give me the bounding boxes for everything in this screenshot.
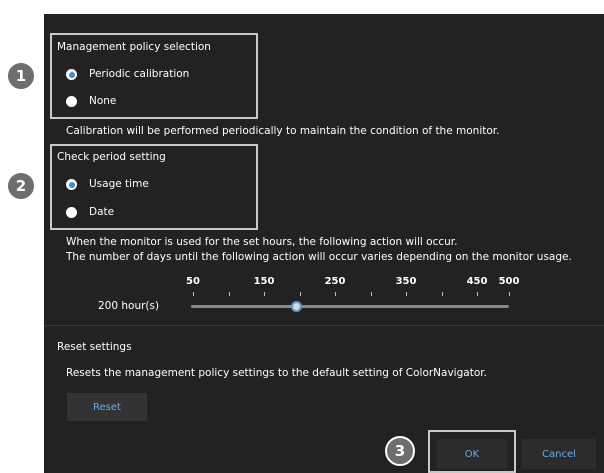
tick-label-350: 350: [395, 276, 417, 287]
tick-label-450: 450: [466, 276, 488, 287]
callout-badge-2: 2: [6, 171, 36, 201]
ok-button[interactable]: OK: [437, 439, 507, 469]
date-label[interactable]: Date: [89, 206, 114, 218]
callout-badge-3: 3: [385, 436, 415, 466]
usage-time-label[interactable]: Usage time: [89, 178, 149, 190]
radio-usage-time[interactable]: [66, 179, 77, 190]
tick-mark: [300, 292, 301, 296]
tick-mark: [509, 292, 510, 296]
reset-settings-description: Resets the management policy settings to…: [66, 367, 487, 379]
management-policy-heading: Management policy selection: [57, 41, 211, 53]
tick-mark: [335, 292, 336, 296]
reset-button[interactable]: Reset: [67, 393, 147, 421]
radio-date[interactable]: [66, 207, 77, 218]
check-period-heading: Check period setting: [57, 151, 166, 163]
tick-mark: [477, 292, 478, 296]
check-period-description-1: When the monitor is used for the set hou…: [66, 236, 458, 248]
callout-badge-1: 1: [6, 61, 36, 91]
check-period-description-2: The number of days until the following a…: [66, 251, 572, 263]
tick-mark: [193, 292, 194, 296]
tick-label-250: 250: [324, 276, 346, 287]
section-divider: [44, 325, 604, 326]
calibration-description: Calibration will be performed periodical…: [66, 125, 500, 137]
tick-mark: [442, 292, 443, 296]
tick-mark: [264, 292, 265, 296]
tick-label-500: 500: [498, 276, 520, 287]
tick-mark: [229, 292, 230, 296]
periodic-calibration-label[interactable]: Periodic calibration: [89, 68, 189, 80]
none-label[interactable]: None: [89, 95, 116, 107]
reset-settings-heading: Reset settings: [57, 341, 132, 353]
radio-periodic-calibration[interactable]: [66, 69, 77, 80]
radio-none[interactable]: [66, 96, 77, 107]
tick-mark: [406, 292, 407, 296]
tick-mark: [371, 292, 372, 296]
tick-label-150: 150: [253, 276, 275, 287]
slider-thumb[interactable]: [291, 301, 302, 312]
cancel-button[interactable]: Cancel: [522, 439, 596, 469]
tick-label-50: 50: [186, 276, 200, 287]
usage-time-slider[interactable]: [191, 305, 509, 308]
slider-value-label: 200 hour(s): [98, 300, 160, 312]
